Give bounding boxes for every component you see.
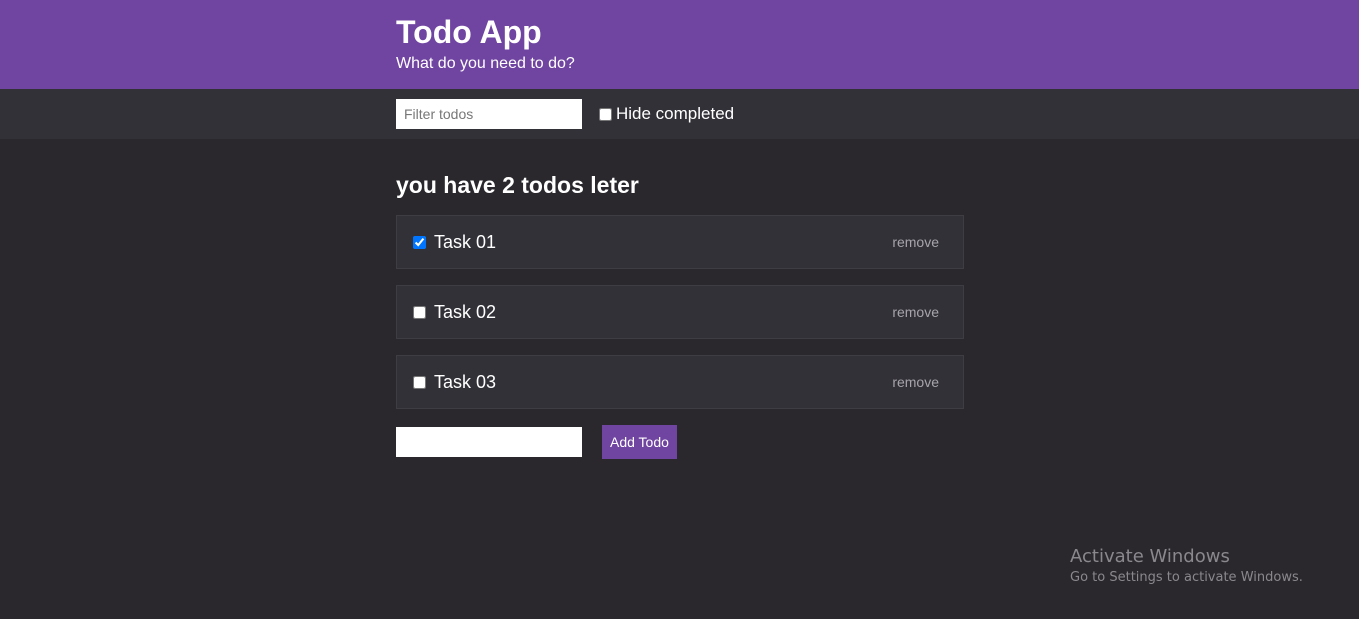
app-header: Todo App What do you need to do? (0, 0, 1359, 89)
new-todo-input[interactable] (396, 427, 582, 457)
todo-checkbox[interactable] (413, 235, 426, 249)
todo-text: Task 02 (434, 301, 497, 322)
filter-todos-input[interactable] (396, 99, 582, 129)
todo-item: Task 01 remove (396, 215, 964, 269)
filter-bar: Hide completed (0, 89, 1359, 139)
add-todo-form: Add Todo (396, 425, 964, 459)
todos-summary: you have 2 todos leter (396, 172, 639, 198)
watermark-subtitle: Go to Settings to activate Windows. (1070, 570, 1303, 585)
header-content: Todo App What do you need to do? (396, 13, 575, 74)
activate-windows-watermark: Activate Windows Go to Settings to activ… (1070, 546, 1303, 588)
hide-completed-checkbox[interactable] (599, 107, 612, 121)
watermark-title: Activate Windows (1070, 546, 1230, 567)
hide-completed-toggle[interactable]: Hide completed (597, 104, 734, 124)
todo-item: Task 02 remove (396, 285, 964, 339)
todo-text: Task 01 (434, 231, 497, 252)
app-title: Todo App (396, 14, 542, 50)
todo-text: Task 03 (434, 371, 497, 392)
remove-todo-button[interactable]: remove (892, 234, 939, 250)
app-subtitle: What do you need to do? (396, 55, 575, 72)
todo-list: Task 01 remove Task 02 remove Task 03 re… (396, 215, 964, 409)
add-todo-button[interactable]: Add Todo (602, 425, 677, 459)
remove-todo-button[interactable]: remove (892, 374, 939, 390)
remove-todo-button[interactable]: remove (892, 304, 939, 320)
todo-checkbox[interactable] (413, 375, 426, 389)
main-content: you have 2 todos leter Task 01 remove Ta… (396, 170, 964, 459)
todo-item: Task 03 remove (396, 355, 964, 409)
hide-completed-label: Hide completed (616, 104, 735, 123)
todo-checkbox[interactable] (413, 305, 426, 319)
